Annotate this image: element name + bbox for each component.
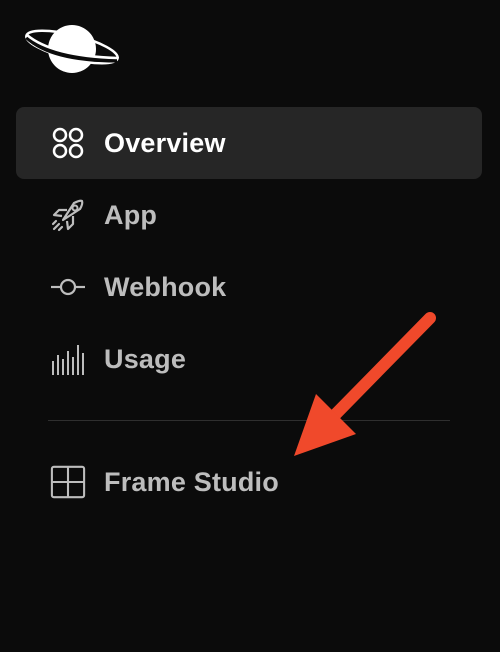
sidebar-item-label: Usage (104, 343, 187, 374)
commit-icon (50, 269, 86, 305)
bars-icon (50, 341, 86, 377)
sidebar-item-label: Frame Studio (104, 466, 279, 497)
arrow-icon (280, 308, 450, 468)
sidebar-item-app[interactable]: App (16, 179, 482, 251)
sidebar-item-label: Webhook (104, 271, 227, 302)
sidebar-item-label: Overview (104, 127, 226, 158)
frame-grid-icon (50, 464, 86, 500)
sidebar-item-overview[interactable]: Overview (16, 107, 482, 179)
planet-logo-icon[interactable] (22, 20, 122, 78)
rocket-icon (50, 197, 86, 233)
sidebar-item-label: App (104, 199, 158, 230)
grid-circles-icon (50, 125, 86, 161)
